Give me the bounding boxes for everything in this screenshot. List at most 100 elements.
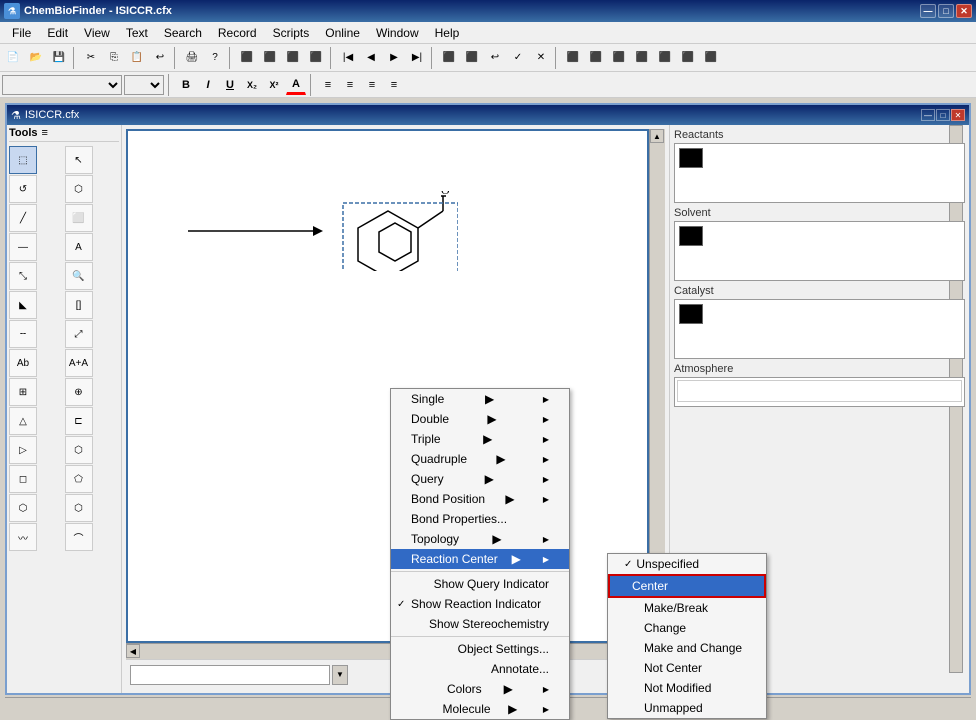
ctx-object-settings[interactable]: Object Settings... [391, 639, 569, 659]
toolbar-play[interactable]: ▶ [383, 47, 405, 69]
superscript-button[interactable]: X² [264, 75, 284, 95]
inner-maximize[interactable]: □ [936, 109, 950, 121]
tool-atom[interactable]: ⊕ [65, 378, 93, 406]
menu-edit[interactable]: Edit [39, 22, 76, 43]
input-scroll[interactable]: ▼ [332, 665, 348, 685]
underline-button[interactable]: U [220, 75, 240, 95]
toolbar-paste[interactable]: 📋 [126, 47, 148, 69]
ctx-double[interactable]: Double ▶ [391, 409, 569, 429]
toolbar-d1[interactable]: ⬛ [562, 47, 584, 69]
toolbar-c3[interactable]: ↩ [484, 47, 506, 69]
tool-wedge[interactable]: ◣ [9, 291, 37, 319]
reaction-canvas[interactable]: O [126, 129, 649, 643]
subscript-button[interactable]: X₂ [242, 75, 262, 95]
ctx-show-reaction[interactable]: Show Reaction Indicator [391, 594, 569, 614]
toolbar-c2[interactable]: ⬛ [461, 47, 483, 69]
ctx-single[interactable]: Single ▶ [391, 389, 569, 409]
toolbar-new[interactable]: 📄 [2, 47, 24, 69]
color-button[interactable]: A [286, 75, 306, 95]
toolbar-next[interactable]: ▶| [406, 47, 428, 69]
tool-select[interactable]: ⬚ [9, 146, 37, 174]
toolbar-back[interactable]: ◀ [360, 47, 382, 69]
tool-ring4[interactable]: ◻ [9, 465, 37, 493]
menu-record[interactable]: Record [210, 22, 265, 43]
toolbar-prev[interactable]: |◀ [337, 47, 359, 69]
tool-abbrev[interactable]: Ab [9, 349, 37, 377]
tool-ring7[interactable]: ⬡ [65, 494, 93, 522]
ctx-quadruple[interactable]: Quadruple ▶ [391, 449, 569, 469]
toolbar-b3[interactable]: ⬛ [282, 47, 304, 69]
align-center[interactable]: ≡ [340, 75, 360, 95]
ctx-bond-position[interactable]: Bond Position ▶ [391, 489, 569, 509]
tool-erase[interactable]: ⬜ [65, 204, 93, 232]
italic-button[interactable]: I [198, 75, 218, 95]
sub-make-break[interactable]: Make/Break [608, 598, 766, 618]
toolbar-save[interactable]: 💾 [48, 47, 70, 69]
ctx-annotate[interactable]: Annotate... [391, 659, 569, 679]
sub-center[interactable]: Center [608, 574, 766, 598]
toolbar-undo[interactable]: ↩ [149, 47, 171, 69]
toolbar-d3[interactable]: ⬛ [608, 47, 630, 69]
list-button[interactable]: ≡ [384, 75, 404, 95]
ctx-reaction-center[interactable]: Reaction Center ▶ [391, 549, 569, 569]
tool-dash[interactable]: ╌ [9, 320, 37, 348]
tool-ring5[interactable]: ⬠ [65, 465, 93, 493]
toolbar-d6[interactable]: ⬛ [677, 47, 699, 69]
tool-rotate[interactable]: ↺ [9, 175, 37, 203]
toolbar-d7[interactable]: ⬛ [700, 47, 722, 69]
tool-label[interactable]: A+A [65, 349, 93, 377]
ctx-query[interactable]: Query ▶ [391, 469, 569, 489]
tool-arrow[interactable]: ↖ [65, 146, 93, 174]
toolbar-cut[interactable]: ✂ [80, 47, 102, 69]
ctx-colors[interactable]: Colors ▶ [391, 679, 569, 699]
toolbar-b2[interactable]: ⬛ [259, 47, 281, 69]
atmosphere-input[interactable] [677, 380, 962, 402]
ctx-triple[interactable]: Triple ▶ [391, 429, 569, 449]
tool-query[interactable]: 🔍 [65, 262, 93, 290]
toolbar-open[interactable]: 📂 [25, 47, 47, 69]
sub-not-center[interactable]: Not Center [608, 658, 766, 678]
inner-close[interactable]: ✕ [951, 109, 965, 121]
toolbar-b4[interactable]: ⬛ [305, 47, 327, 69]
sub-unspecified[interactable]: ✓ Unspecified [608, 554, 766, 574]
tool-text[interactable]: A [65, 233, 93, 261]
tool-arc[interactable]: ⌒ [65, 523, 93, 551]
tool-lasso[interactable]: ⬡ [65, 175, 93, 203]
tool-ring1[interactable]: △ [9, 407, 37, 435]
menu-file[interactable]: File [4, 22, 39, 43]
tool-line[interactable]: ╱ [9, 204, 37, 232]
maximize-button[interactable]: □ [938, 4, 954, 18]
ctx-molecule[interactable]: Molecule ▶ [391, 699, 569, 719]
toolbar-d2[interactable]: ⬛ [585, 47, 607, 69]
tool-table[interactable]: ⊞ [9, 378, 37, 406]
toolbar-b1[interactable]: ⬛ [236, 47, 258, 69]
sub-not-modified[interactable]: Not Modified [608, 678, 766, 698]
ctx-show-stereo[interactable]: Show Stereochemistry [391, 614, 569, 634]
tool-chain[interactable]: ⤡ [9, 262, 37, 290]
tool-sgroup[interactable]: ⊏ [65, 407, 93, 435]
toolbar-print[interactable]: 🖨 [181, 47, 203, 69]
tool-wave[interactable]: 〰 [9, 523, 37, 551]
tool-chain2[interactable]: ⤢ [65, 320, 93, 348]
ctx-bond-properties[interactable]: Bond Properties... [391, 509, 569, 529]
tool-ring2[interactable]: ▷ [9, 436, 37, 464]
menu-view[interactable]: View [76, 22, 118, 43]
align-right[interactable]: ≡ [362, 75, 382, 95]
ctx-topology[interactable]: Topology ▶ [391, 529, 569, 549]
menu-window[interactable]: Window [368, 22, 427, 43]
menu-text[interactable]: Text [118, 22, 156, 43]
toolbar-c4[interactable]: ✓ [507, 47, 529, 69]
menu-help[interactable]: Help [427, 22, 468, 43]
close-button[interactable]: ✕ [956, 4, 972, 18]
tool-bond[interactable]: — [9, 233, 37, 261]
menu-online[interactable]: Online [317, 22, 368, 43]
toolbar-help-btn[interactable]: ? [204, 47, 226, 69]
sub-change[interactable]: Change [608, 618, 766, 638]
bold-button[interactable]: B [176, 75, 196, 95]
sub-make-and-change[interactable]: Make and Change [608, 638, 766, 658]
menu-scripts[interactable]: Scripts [265, 22, 318, 43]
toolbar-c1[interactable]: ⬛ [438, 47, 460, 69]
align-left[interactable]: ≡ [318, 75, 338, 95]
inner-minimize[interactable]: — [921, 109, 935, 121]
tool-ring6[interactable]: ⬡ [9, 494, 37, 522]
